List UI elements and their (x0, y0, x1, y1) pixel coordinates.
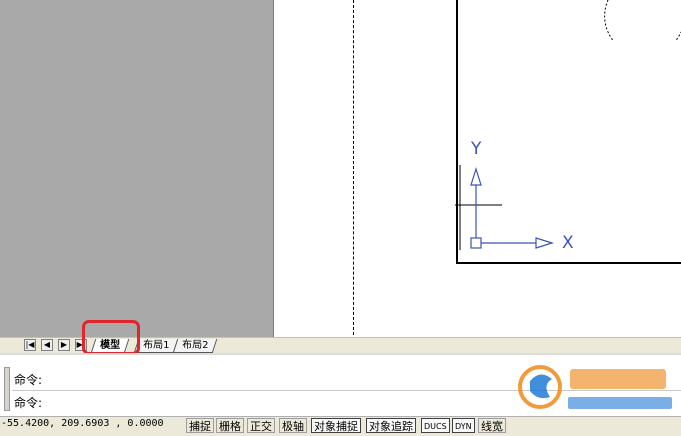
ucs-y-label: Y (471, 139, 482, 159)
osnap-toggle[interactable]: 对象捕捉 (311, 418, 361, 433)
site-watermark-logo (518, 365, 672, 409)
tab-layout2-label: 布局2 (182, 340, 209, 351)
tab-layout2[interactable]: 布局2 (172, 339, 218, 353)
model-tab-highlight-annotation (82, 320, 140, 355)
tab-layout1-label: 布局1 (143, 340, 170, 351)
command-input-prompt[interactable]: 命令: (14, 394, 42, 411)
ducs-toggle[interactable]: DUCS (421, 418, 450, 433)
coordinate-readout[interactable]: -55.4200, 209.6903 , 0.0000 (1, 418, 164, 429)
dashed-border-line (353, 0, 354, 335)
polar-toggle[interactable]: 极轴 (279, 418, 307, 433)
dashed-circle-arc (604, 0, 681, 40)
tab-layout1[interactable]: 布局1 (133, 339, 179, 353)
snap-toggle[interactable]: 捕捉 (186, 418, 214, 433)
paper-space-gray-area (0, 0, 274, 337)
first-tab-button[interactable]: |◀ (24, 339, 36, 351)
ucs-x-label: X (562, 233, 574, 253)
prev-tab-button[interactable]: ◀ (41, 339, 53, 351)
lineweight-toggle[interactable]: 线宽 (478, 418, 506, 433)
next-tab-button[interactable]: ▶ (58, 339, 70, 351)
command-history-line: 命令: (14, 373, 43, 387)
dyn-toggle[interactable]: DYN (452, 418, 475, 433)
command-window-grip[interactable] (4, 367, 10, 411)
grid-toggle[interactable]: 栅格 (216, 418, 244, 433)
ortho-toggle[interactable]: 正交 (247, 418, 275, 433)
otrack-toggle[interactable]: 对象追踪 (366, 418, 416, 433)
